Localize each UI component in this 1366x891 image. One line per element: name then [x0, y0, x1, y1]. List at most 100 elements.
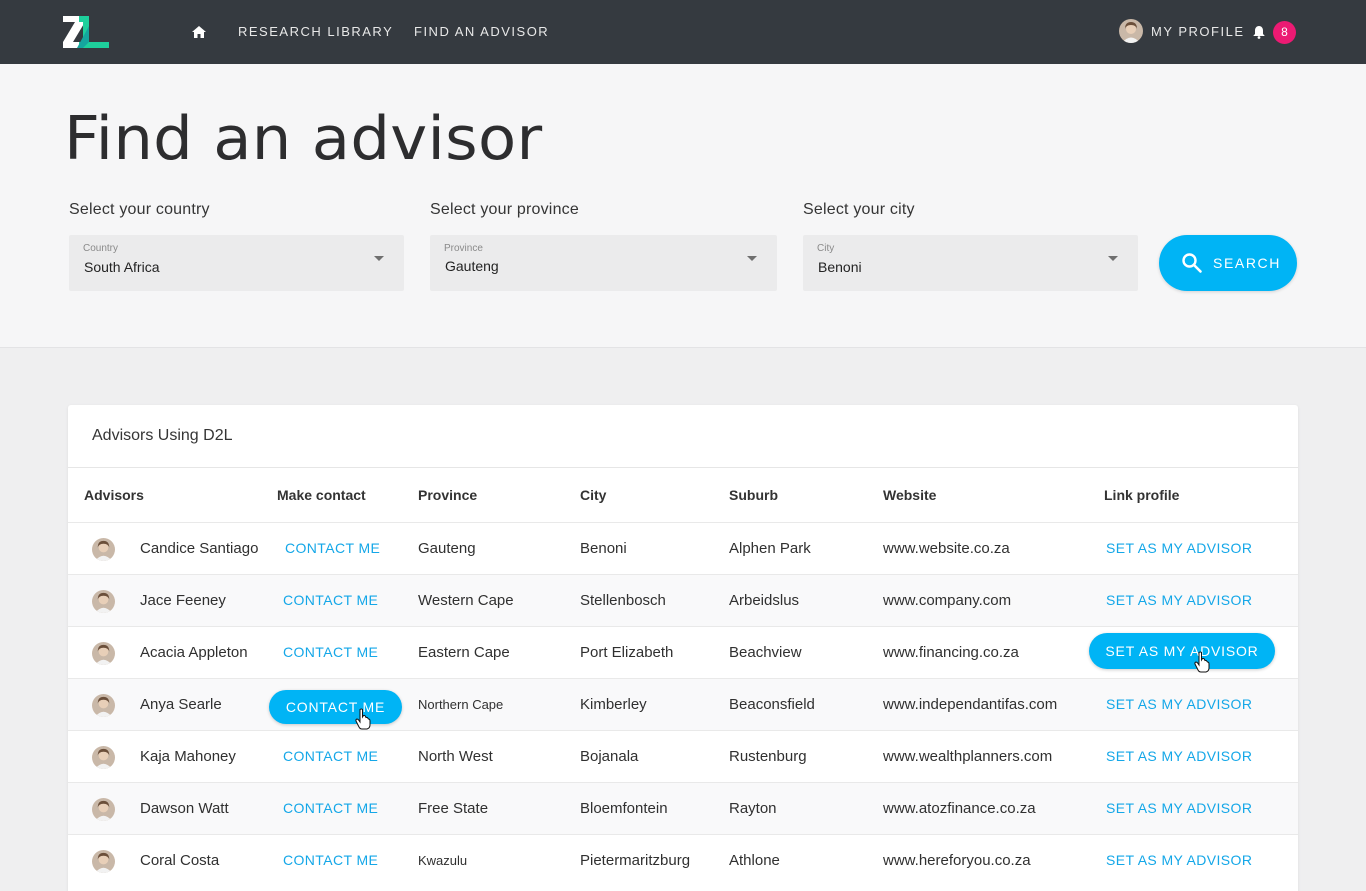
set-as-my-advisor-link[interactable]: SET AS MY ADVISOR: [1106, 592, 1252, 608]
city-cell: Bloemfontein: [580, 800, 668, 817]
set-as-my-advisor-button[interactable]: SET AS MY ADVISOR: [1089, 633, 1275, 669]
advisor-name: Coral Costa: [140, 852, 220, 869]
city-caption: City: [817, 243, 835, 254]
suburb-cell: Athlone: [729, 852, 780, 869]
notification-badge[interactable]: 8: [1273, 21, 1296, 44]
set-as-my-advisor-link[interactable]: SET AS MY ADVISOR: [1106, 696, 1252, 712]
contact-me-link[interactable]: CONTACT ME: [283, 800, 378, 816]
profile-avatar[interactable]: [1119, 19, 1143, 43]
contact-me-link[interactable]: CONTACT ME: [283, 644, 378, 660]
province-cell: North West: [418, 748, 493, 765]
set-as-my-advisor-link[interactable]: SET AS MY ADVISOR: [1106, 540, 1252, 556]
suburb-cell: Beachview: [729, 644, 802, 661]
country-select[interactable]: Country South Africa: [69, 235, 404, 291]
province-cell: Kwazulu: [418, 853, 468, 868]
header-link-profile: Link profile: [1104, 487, 1180, 503]
header-advisors: Advisors: [84, 487, 144, 503]
avatar: [92, 850, 115, 873]
nav-find-advisor[interactable]: FIND AN ADVISOR: [414, 24, 549, 40]
avatar: [92, 694, 115, 717]
nav-my-profile[interactable]: MY PROFILE: [1151, 24, 1245, 40]
advisor-name: Dawson Watt: [140, 800, 229, 817]
country-label: Select your country: [69, 201, 210, 218]
table-row: Kaja Mahoney CONTACT ME North West Bojan…: [68, 730, 1298, 782]
set-as-my-advisor-link[interactable]: SET AS MY ADVISOR: [1106, 852, 1252, 868]
search-icon: [1182, 253, 1202, 273]
avatar: [92, 642, 115, 665]
table-row: Acacia Appleton CONTACT ME Eastern Cape …: [68, 626, 1298, 678]
city-cell: Pietermaritzburg: [580, 852, 691, 869]
city-cell: Port Elizabeth: [580, 644, 674, 661]
suburb-cell: Rayton: [729, 800, 777, 817]
province-caption: Province: [444, 243, 483, 254]
table-row: Candice Santiago CONTACT ME Gauteng Beno…: [68, 522, 1298, 574]
website-cell: www.financing.co.za: [883, 644, 1019, 661]
set-as-my-advisor-link[interactable]: SET AS MY ADVISOR: [1106, 800, 1252, 816]
contact-me-link[interactable]: CONTACT ME: [283, 748, 378, 764]
chevron-down-icon: [747, 256, 757, 261]
country-caption: Country: [83, 243, 119, 254]
province-cell: Eastern Cape: [418, 644, 510, 661]
search-label: SEARCH: [1213, 255, 1281, 271]
avatar: [92, 746, 115, 769]
province-label: Select your province: [430, 201, 579, 218]
contact-me-link[interactable]: CONTACT ME: [285, 540, 380, 556]
website-cell: www.independantifas.com: [883, 696, 1058, 713]
set-as-my-advisor-link[interactable]: SET AS MY ADVISOR: [1106, 748, 1252, 764]
advisors-card: Advisors Using D2L Advisors Make contact…: [68, 405, 1298, 891]
header-city: City: [580, 487, 607, 503]
contact-me-link[interactable]: CONTACT ME: [283, 852, 378, 868]
home-icon[interactable]: [191, 24, 207, 40]
advisor-name: Candice Santiago: [140, 540, 259, 557]
avatar: [92, 538, 115, 561]
city-cell: Kimberley: [580, 696, 647, 713]
header-province: Province: [418, 487, 478, 503]
city-value: Benoni: [818, 259, 862, 275]
nav-research-library[interactable]: RESEARCH LIBRARY: [238, 24, 393, 40]
table-row: Jace Feeney CONTACT ME Western Cape Stel…: [68, 574, 1298, 626]
city-cell: Benoni: [580, 540, 627, 557]
province-cell: Northern Cape: [418, 697, 504, 712]
province-cell: Gauteng: [418, 540, 476, 557]
city-cell: Stellenbosch: [580, 592, 666, 609]
avatar: [92, 798, 115, 821]
city-cell: Bojanala: [580, 748, 639, 765]
suburb-cell: Arbeidslus: [729, 592, 800, 609]
divider: [68, 467, 1298, 468]
top-navbar: RESEARCH LIBRARY FIND AN ADVISOR MY PROF…: [0, 0, 1366, 64]
country-value: South Africa: [84, 259, 160, 275]
website-cell: www.website.co.za: [883, 540, 1010, 557]
province-cell: Free State: [418, 800, 489, 817]
header-make-contact: Make contact: [277, 487, 366, 503]
city-select[interactable]: City Benoni: [803, 235, 1138, 291]
search-button[interactable]: SEARCH: [1159, 235, 1297, 291]
website-cell: www.atozfinance.co.za: [883, 800, 1036, 817]
advisor-name: Acacia Appleton: [140, 644, 248, 661]
advisor-name: Jace Feeney: [140, 592, 226, 609]
suburb-cell: Rustenburg: [729, 748, 807, 765]
contact-me-button[interactable]: CONTACT ME: [269, 690, 402, 724]
website-cell: www.company.com: [883, 592, 1012, 609]
province-cell: Western Cape: [418, 592, 514, 609]
website-cell: www.wealthplanners.com: [883, 748, 1053, 765]
hand-cursor-icon: [355, 708, 371, 730]
header-suburb: Suburb: [729, 487, 778, 503]
website-cell: www.hereforyou.co.za: [883, 852, 1031, 869]
header-website: Website: [883, 487, 937, 503]
search-panel: Find an advisor Select your country Coun…: [0, 64, 1366, 348]
contact-me-link[interactable]: CONTACT ME: [283, 592, 378, 608]
hand-cursor-icon: [1194, 651, 1210, 673]
table-row: Coral Costa CONTACT ME Kwazulu Pietermar…: [68, 834, 1298, 886]
table-row: Anya Searle CONTACT ME Northern Cape Kim…: [68, 678, 1298, 730]
suburb-cell: Alphen Park: [729, 540, 811, 557]
table-row: Dawson Watt CONTACT ME Free State Bloemf…: [68, 782, 1298, 834]
avatar: [92, 590, 115, 613]
bell-icon[interactable]: [1252, 25, 1266, 39]
province-select[interactable]: Province Gauteng: [430, 235, 777, 291]
chevron-down-icon: [374, 256, 384, 261]
card-title: Advisors Using D2L: [92, 427, 233, 444]
province-value: Gauteng: [445, 258, 499, 274]
city-label: Select your city: [803, 201, 915, 218]
zl-logo[interactable]: [63, 16, 109, 48]
advisor-name: Kaja Mahoney: [140, 748, 236, 765]
